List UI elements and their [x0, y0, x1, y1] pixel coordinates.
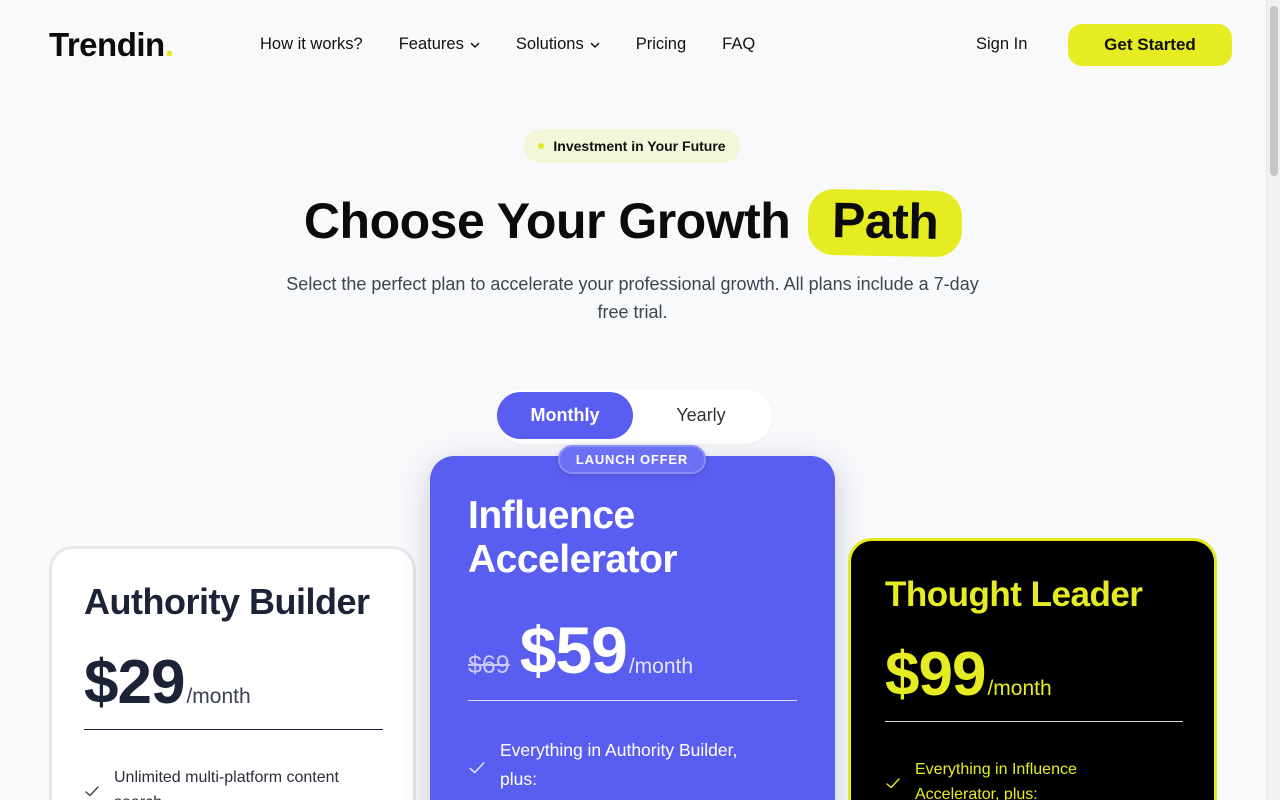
page-scrollbar[interactable]	[1266, 0, 1280, 800]
check-icon	[85, 786, 99, 797]
plan-period: /month	[628, 655, 694, 678]
feature-text: Everything in Authority Builder, plus:	[500, 740, 738, 789]
feature-text: Everything in Influence Accelerator, plu…	[915, 761, 1077, 800]
check-icon	[469, 762, 485, 774]
nav-item-faq[interactable]: FAQ	[722, 35, 755, 54]
check-icon	[886, 778, 900, 789]
logo-text: Trendin	[49, 26, 165, 63]
title-main: Choose Your Growth	[303, 193, 791, 249]
main-nav: How it works? Features Solutions Pricing…	[260, 35, 755, 54]
logo-dot: .	[164, 26, 174, 63]
feature-item: Everything in Authority Builder, plus:	[468, 736, 768, 794]
feature-item: Unlimited multi-platform content search	[84, 765, 384, 800]
plan-card-authority-builder: Authority Builder $29 /month Unlimited m…	[49, 546, 416, 800]
divider	[84, 729, 383, 730]
price-row: $69 $59 /month	[468, 612, 693, 688]
chevron-down-icon	[470, 42, 480, 48]
badge-dot-icon	[538, 143, 545, 149]
sign-in-link[interactable]: Sign In	[976, 35, 1027, 54]
logo[interactable]: Trendin.	[49, 26, 174, 64]
badge-label: Investment in Your Future	[553, 138, 726, 154]
plan-period: /month	[186, 685, 251, 708]
price-row: $29 /month	[84, 647, 251, 718]
page-subtitle: Select the perfect plan to accelerate yo…	[286, 274, 979, 322]
divider	[468, 700, 797, 701]
get-started-button[interactable]: Get Started	[1068, 24, 1232, 66]
nav-item-pricing[interactable]: Pricing	[636, 35, 686, 54]
nav-item-features[interactable]: Features	[399, 35, 480, 54]
plan-name: Authority Builder	[84, 581, 370, 622]
chevron-down-icon	[590, 42, 599, 48]
nav-item-solutions[interactable]: Solutions	[516, 35, 600, 54]
page-title: Choose Your Growth Path	[0, 188, 1266, 258]
launch-offer-badge: LAUNCH OFFER	[558, 445, 706, 474]
site-header: Trendin. How it works? Features Solution…	[0, 0, 1266, 90]
divider	[885, 721, 1183, 722]
hero-badge: Investment in Your Future	[524, 129, 740, 163]
plan-period: /month	[987, 677, 1052, 700]
plan-name: Thought Leader	[885, 575, 1143, 614]
nav-label: Solutions	[515, 35, 584, 53]
feature-text: Unlimited multi-platform content search	[114, 769, 339, 800]
price-row: $99 /month	[885, 639, 1052, 710]
feature-item: Everything in Influence Accelerator, plu…	[885, 757, 1135, 800]
plan-price: $59	[519, 613, 628, 687]
scrollbar-thumb[interactable]	[1270, 6, 1278, 176]
nav-label: FAQ	[722, 35, 756, 53]
toggle-yearly[interactable]: Yearly	[633, 392, 769, 439]
plan-card-thought-leader: Thought Leader $99 /month Everything in …	[848, 538, 1217, 800]
nav-item-how-it-works[interactable]: How it works?	[260, 35, 363, 54]
nav-label: Features	[398, 35, 464, 53]
nav-label: Pricing	[635, 35, 687, 53]
toggle-monthly[interactable]: Monthly	[497, 392, 633, 439]
old-price: $69	[468, 651, 510, 679]
title-highlight: Path	[807, 188, 963, 258]
plan-price: $99	[885, 640, 986, 709]
nav-label: How it works?	[260, 35, 363, 53]
plan-price: $29	[84, 648, 185, 717]
plan-name: Influence Accelerator	[468, 494, 678, 581]
billing-toggle: Monthly Yearly	[497, 389, 772, 444]
plan-card-influence-accelerator: Influence Accelerator $69 $59 /month Eve…	[430, 456, 835, 800]
